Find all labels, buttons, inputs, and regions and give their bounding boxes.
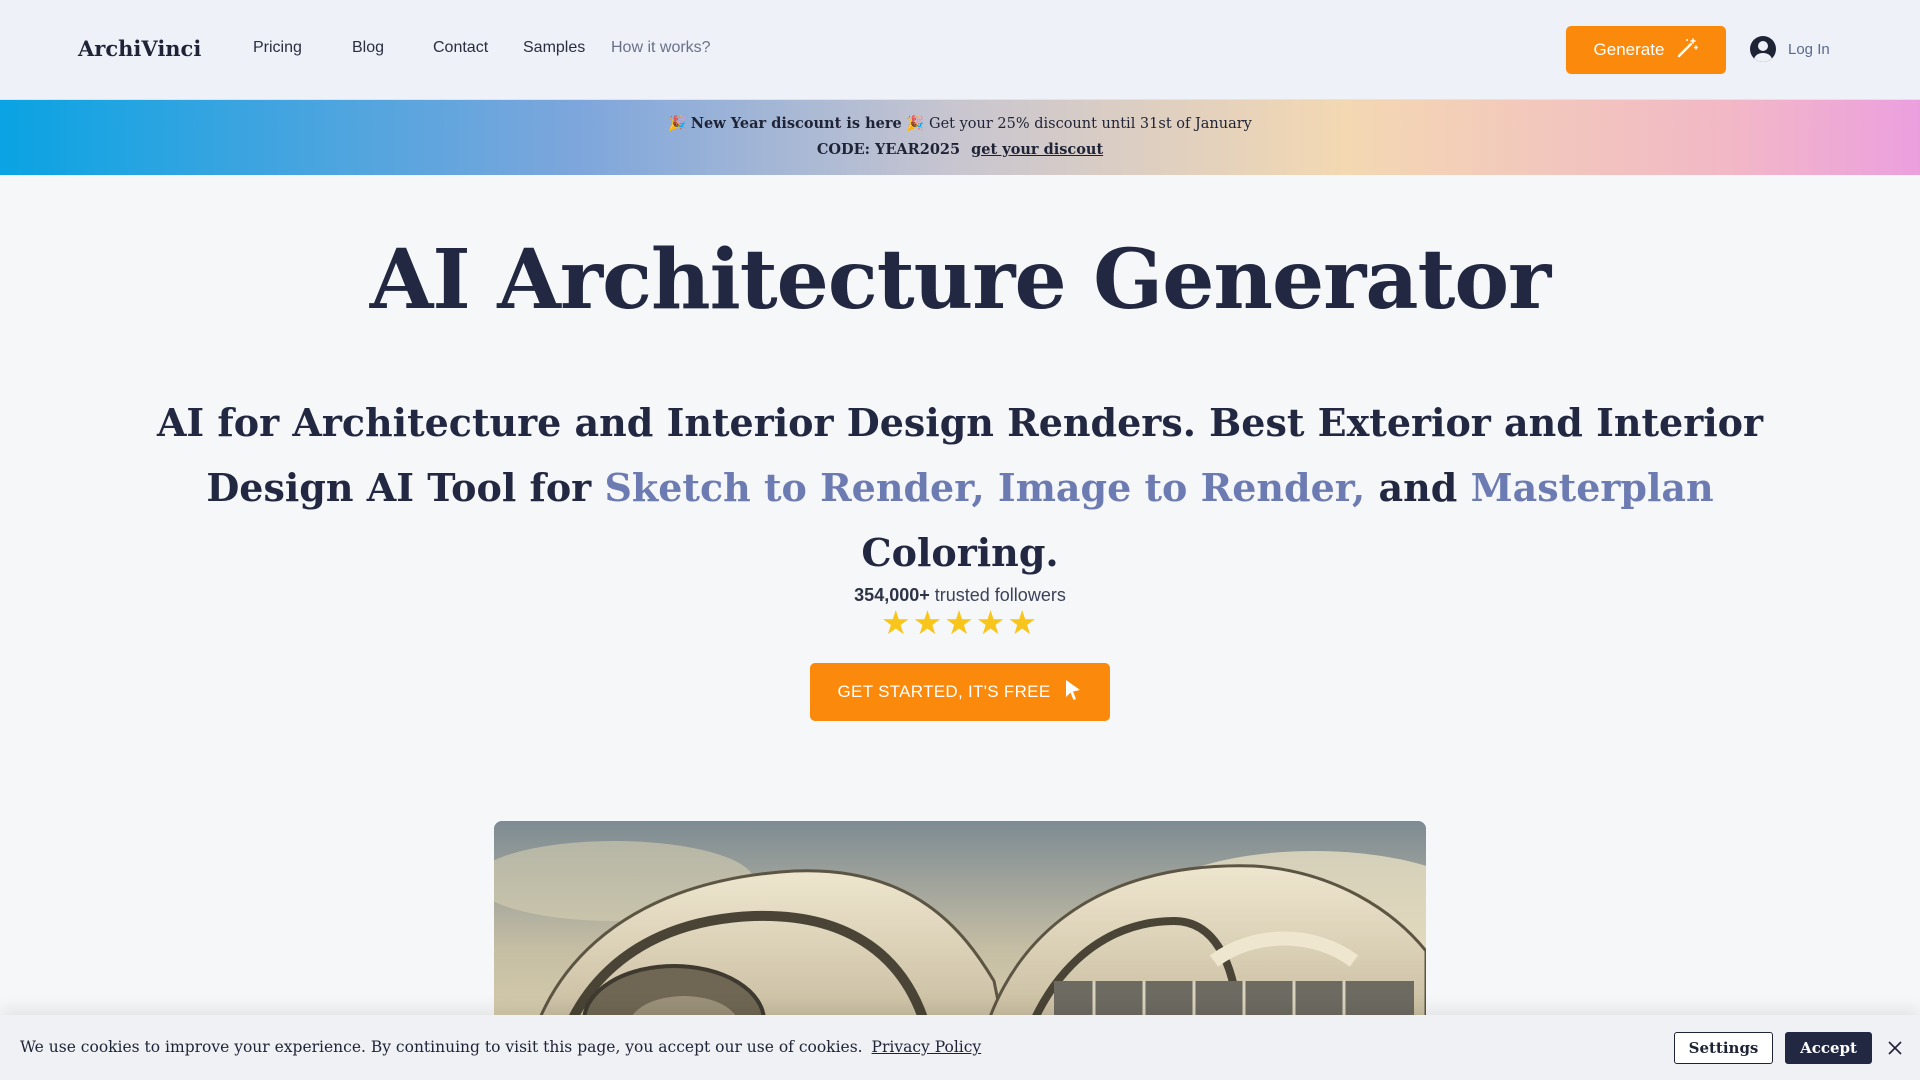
promo-banner: 🎉 New Year discount is here 🎉 Get your 2… (0, 100, 1920, 175)
user-avatar-icon (1750, 36, 1776, 62)
login-label: Log In (1788, 40, 1830, 58)
nav-link-how-it-works[interactable]: How it works? (611, 39, 711, 57)
nav-link-contact[interactable]: Contact (433, 39, 488, 57)
cookie-message-text: We use cookies to improve your experienc… (20, 1038, 863, 1056)
login-link[interactable]: Log In (1750, 36, 1830, 62)
party-popper-icon: 🎉 (906, 116, 925, 132)
close-icon[interactable] (1886, 1039, 1904, 1057)
arrow-cursor-icon (1064, 679, 1082, 706)
subtitle-highlight-sketch-image: Sketch to Render, Image to Render, (604, 465, 1366, 510)
hero-subtitle: AI for Architecture and Interior Design … (110, 390, 1810, 585)
promo-message: 🎉 New Year discount is here 🎉 Get your 2… (0, 115, 1920, 132)
page-title: AI Architecture Generator (369, 232, 1552, 328)
privacy-policy-link[interactable]: Privacy Policy (872, 1038, 982, 1056)
promo-code-line: CODE: YEAR2025 get your discout (0, 141, 1920, 158)
subtitle-highlight-masterplan: Masterplan (1470, 465, 1714, 510)
cookie-settings-button[interactable]: Settings (1674, 1032, 1773, 1064)
cookie-accept-button[interactable]: Accept (1785, 1032, 1872, 1064)
subtitle-and: and (1378, 465, 1458, 510)
logo[interactable]: ArchiVinci (78, 36, 201, 61)
get-started-button[interactable]: GET STARTED, IT'S FREE (810, 663, 1110, 721)
followers-number: 354,000+ (854, 585, 930, 605)
promo-highlight: New Year discount is here (690, 115, 902, 132)
followers-label: trusted followers (934, 585, 1066, 605)
get-started-label: GET STARTED, IT'S FREE (837, 682, 1051, 701)
nav-link-samples[interactable]: Samples (523, 39, 585, 57)
nav-link-blog[interactable]: Blog (352, 39, 384, 57)
party-popper-icon: 🎉 (668, 116, 687, 132)
rating-stars: ★★★★★ (881, 604, 1039, 641)
top-navbar: ArchiVinci Pricing Blog Contact Samples … (0, 0, 1920, 100)
subtitle-end: Coloring. (861, 530, 1059, 575)
magic-wand-icon (1676, 37, 1699, 64)
generate-button-label: Generate (1593, 40, 1665, 59)
cookie-message: We use cookies to improve your experienc… (20, 1038, 981, 1056)
promo-code: CODE: YEAR2025 (816, 141, 961, 158)
cookie-consent-bar: We use cookies to improve your experienc… (0, 1015, 1920, 1080)
generate-button[interactable]: Generate (1566, 26, 1726, 74)
get-discount-link[interactable]: get your discout (971, 141, 1103, 158)
nav-link-pricing[interactable]: Pricing (253, 39, 302, 57)
promo-offer: Get your 25% discount until 31st of Janu… (928, 116, 1252, 132)
